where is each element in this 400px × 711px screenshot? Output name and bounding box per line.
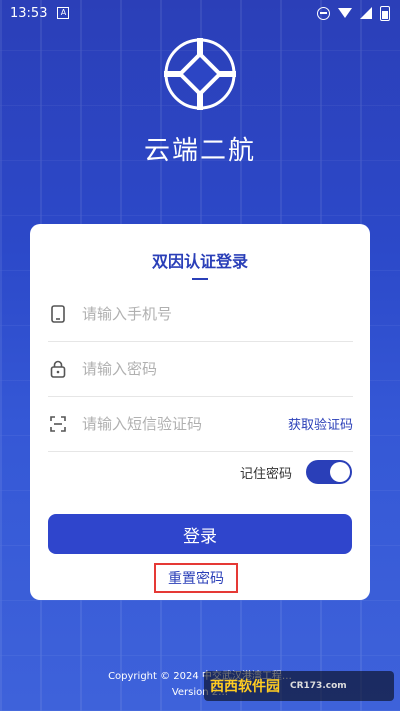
app-logo-icon bbox=[164, 38, 236, 110]
reset-password-link[interactable]: 重置密码 bbox=[154, 563, 238, 593]
remember-password-label: 记住密码 bbox=[239, 466, 292, 482]
phone-icon bbox=[48, 304, 68, 324]
battery-icon bbox=[380, 5, 390, 21]
wifi-icon bbox=[338, 8, 352, 18]
status-time: 13:53 bbox=[10, 5, 48, 21]
login-heading: 双因认证登录 bbox=[151, 252, 248, 271]
do-not-disturb-icon bbox=[317, 6, 330, 20]
status-bar: 13:53 A bbox=[0, 0, 400, 26]
get-code-button[interactable]: 获取验证码 bbox=[288, 414, 353, 433]
phone-field bbox=[48, 286, 353, 342]
login-button[interactable]: 登录 bbox=[48, 514, 352, 554]
notification-icon: A bbox=[57, 7, 70, 19]
watermark-brand: 西西软件园 bbox=[210, 679, 280, 695]
watermark-domain: CR173.com bbox=[290, 681, 347, 691]
signal-icon bbox=[360, 7, 372, 19]
phone-input[interactable] bbox=[80, 303, 353, 324]
login-card: 双因认证登录 获取验证码 记住密码 登录 重置密码 bbox=[30, 224, 370, 600]
sms-field: 获取验证码 bbox=[48, 396, 353, 452]
sms-code-input[interactable] bbox=[80, 413, 288, 434]
lock-icon bbox=[48, 359, 68, 379]
heading-underline bbox=[192, 278, 208, 280]
remember-password-row: 记住密码 bbox=[240, 460, 352, 484]
remember-password-toggle[interactable] bbox=[306, 460, 352, 484]
password-input[interactable] bbox=[80, 358, 353, 379]
watermark-badge: 西西软件园 CR173.com bbox=[204, 671, 394, 701]
password-field bbox=[48, 341, 353, 397]
sms-code-icon bbox=[48, 414, 68, 434]
app-title: 云端二航 bbox=[143, 136, 256, 166]
